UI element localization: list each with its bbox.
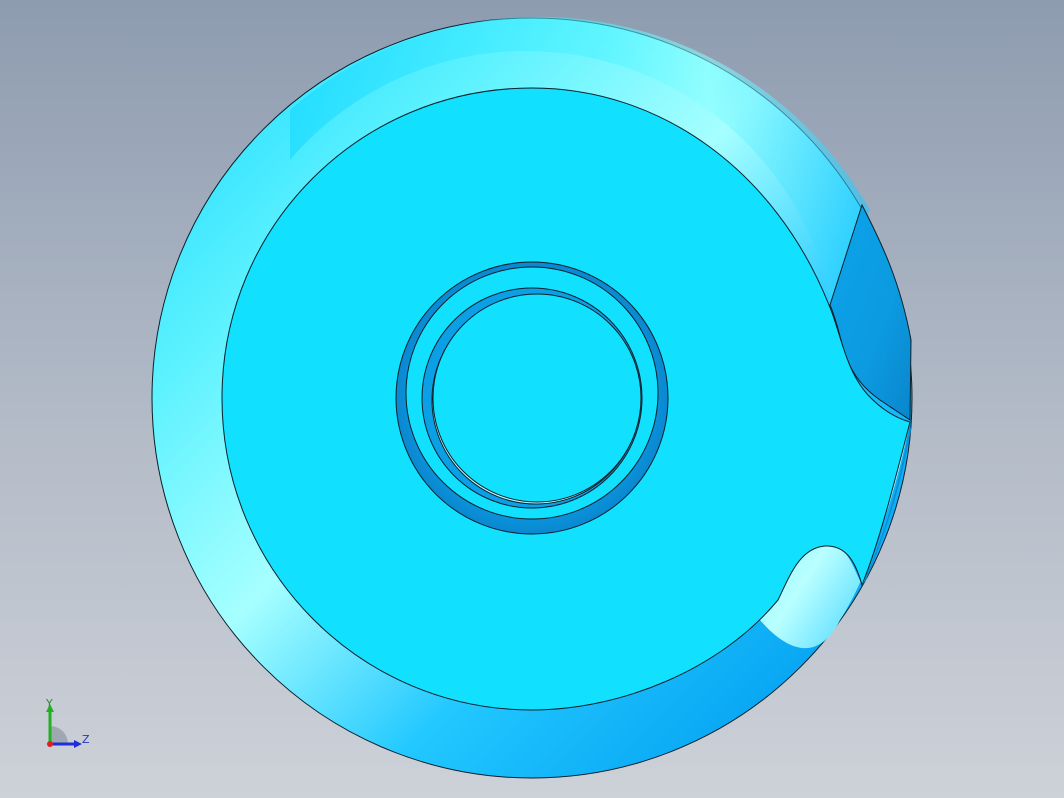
- z-axis-label: Z: [82, 733, 90, 746]
- graphics-viewport[interactable]: Y Z: [0, 0, 1064, 798]
- part-model[interactable]: [0, 0, 1064, 798]
- y-axis-label: Y: [46, 697, 53, 710]
- axis-triad: Y Z: [36, 696, 100, 760]
- hub-bore-face[interactable]: [432, 293, 642, 503]
